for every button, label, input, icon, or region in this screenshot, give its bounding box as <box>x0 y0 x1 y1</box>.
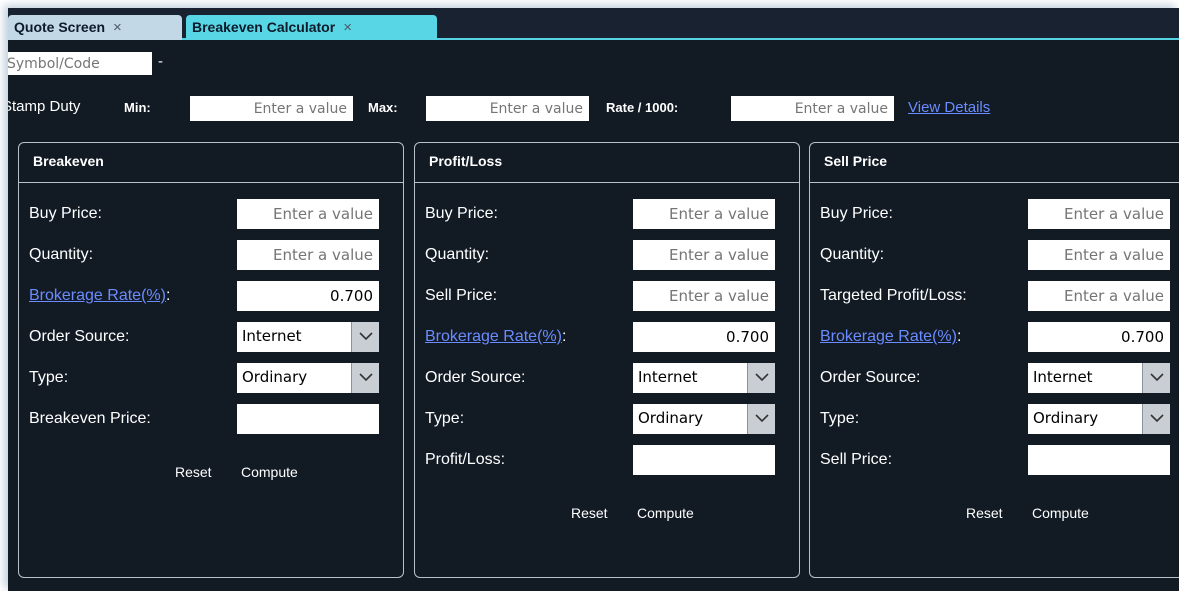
view-details-link[interactable]: View Details <box>908 99 990 116</box>
sell-price-panel: Sell Price Buy Price: Quantity: Targeted… <box>809 142 1179 578</box>
order-source-select[interactable]: Internet <box>1028 363 1170 393</box>
profit-loss-output <box>633 445 775 475</box>
type-label: Type: <box>425 410 465 427</box>
panel-title: Breakeven <box>33 153 104 169</box>
order-source-select[interactable]: Internet <box>633 363 775 393</box>
profit-loss-panel: Profit/Loss Buy Price: Quantity: Sell Pr… <box>414 142 800 578</box>
tab-bar: Quote Screen × Breakeven Calculator × <box>8 8 1179 40</box>
brokerage-rate-label: Brokerage Rate(%): <box>29 287 170 305</box>
sell-price-output <box>1028 445 1170 475</box>
buy-price-label: Buy Price: <box>29 205 102 222</box>
compute-button[interactable]: Compute <box>241 464 298 480</box>
type-label: Type: <box>820 410 860 427</box>
quantity-input[interactable] <box>1028 240 1170 270</box>
brokerage-rate-label: Brokerage Rate(%): <box>425 328 566 346</box>
compute-button[interactable]: Compute <box>637 505 694 521</box>
symbol-code-input[interactable] <box>8 52 152 75</box>
chevron-down-icon[interactable] <box>1142 363 1170 393</box>
reset-button[interactable]: Reset <box>175 464 212 480</box>
type-value: Ordinary <box>638 409 704 427</box>
order-source-label: Order Source: <box>29 328 130 345</box>
stamp-duty-rate-label: Rate / 1000: <box>606 100 679 115</box>
stamp-duty-label: Stamp Duty <box>8 98 81 115</box>
buy-price-input[interactable] <box>633 199 775 229</box>
quantity-input[interactable] <box>237 240 379 270</box>
stamp-duty-max-input[interactable] <box>426 96 589 121</box>
symbol-name-text: - <box>158 53 163 70</box>
chevron-down-icon[interactable] <box>351 363 379 393</box>
stamp-duty-min-input[interactable] <box>190 96 353 121</box>
order-source-select[interactable]: Internet <box>237 322 379 352</box>
buy-price-input[interactable] <box>1028 199 1170 229</box>
buy-price-input[interactable] <box>237 199 379 229</box>
colon-text: : <box>956 328 962 345</box>
sell-price-label: Sell Price: <box>425 287 498 304</box>
type-select[interactable]: Ordinary <box>633 404 775 434</box>
chevron-down-icon[interactable] <box>1142 404 1170 434</box>
breakeven-panel: Breakeven Buy Price: Quantity: Brokerage… <box>18 142 404 578</box>
panel-title: Profit/Loss <box>429 153 503 169</box>
reset-button[interactable]: Reset <box>966 505 1003 521</box>
compute-button[interactable]: Compute <box>1032 505 1089 521</box>
brokerage-rate-input[interactable] <box>1028 322 1170 352</box>
chevron-down-icon[interactable] <box>351 322 379 352</box>
stamp-duty-max-label: Max: <box>368 100 398 115</box>
brokerage-rate-link[interactable]: Brokerage Rate(%) <box>820 328 957 345</box>
order-source-label: Order Source: <box>425 369 526 386</box>
tab-breakeven-calculator[interactable]: Breakeven Calculator × <box>186 15 437 40</box>
stamp-duty-min-label: Min: <box>124 100 151 115</box>
breakeven-price-output <box>237 404 379 434</box>
brokerage-rate-input[interactable] <box>237 281 379 311</box>
targeted-profit-loss-input[interactable] <box>1028 281 1170 311</box>
type-select[interactable]: Ordinary <box>237 363 379 393</box>
chevron-down-icon[interactable] <box>747 404 775 434</box>
brokerage-rate-link[interactable]: Brokerage Rate(%) <box>29 287 166 304</box>
tab-label: Breakeven Calculator <box>192 19 336 35</box>
buy-price-label: Buy Price: <box>820 205 893 222</box>
reset-button[interactable]: Reset <box>571 505 608 521</box>
panel-header: Breakeven <box>19 143 403 183</box>
order-source-value: Internet <box>638 368 698 386</box>
panel-title: Sell Price <box>824 153 888 169</box>
order-source-label: Order Source: <box>820 369 921 386</box>
panel-header: Profit/Loss <box>415 143 799 183</box>
quantity-label: Quantity: <box>29 246 94 263</box>
buy-price-label: Buy Price: <box>425 205 498 222</box>
type-label: Type: <box>29 369 69 386</box>
colon-text: : <box>561 328 567 345</box>
type-select[interactable]: Ordinary <box>1028 404 1170 434</box>
quantity-input[interactable] <box>633 240 775 270</box>
colon-text: : <box>165 287 171 304</box>
chevron-down-icon[interactable] <box>747 363 775 393</box>
brokerage-rate-label: Brokerage Rate(%): <box>820 328 961 346</box>
brokerage-rate-input[interactable] <box>633 322 775 352</box>
close-icon[interactable]: × <box>113 19 122 36</box>
breakeven-price-label: Breakeven Price: <box>29 410 151 427</box>
close-icon[interactable]: × <box>343 19 352 36</box>
calculator-window: Quote Screen × Breakeven Calculator × - St… <box>8 8 1179 591</box>
stamp-duty-rate-input[interactable] <box>731 96 894 121</box>
quantity-label: Quantity: <box>820 246 885 263</box>
order-source-value: Internet <box>242 327 302 345</box>
targeted-profit-loss-label: Targeted Profit/Loss: <box>820 287 967 304</box>
tab-label: Quote Screen <box>14 19 106 35</box>
type-value: Ordinary <box>1033 409 1099 427</box>
tab-quote-screen[interactable]: Quote Screen × <box>8 15 182 40</box>
order-source-value: Internet <box>1033 368 1093 386</box>
profit-loss-label: Profit/Loss: <box>425 451 506 468</box>
sell-price-input[interactable] <box>633 281 775 311</box>
panel-header: Sell Price <box>810 143 1179 183</box>
type-value: Ordinary <box>242 368 308 386</box>
sell-price-result-label: Sell Price: <box>820 451 893 468</box>
brokerage-rate-link[interactable]: Brokerage Rate(%) <box>425 328 562 345</box>
quantity-label: Quantity: <box>425 246 490 263</box>
